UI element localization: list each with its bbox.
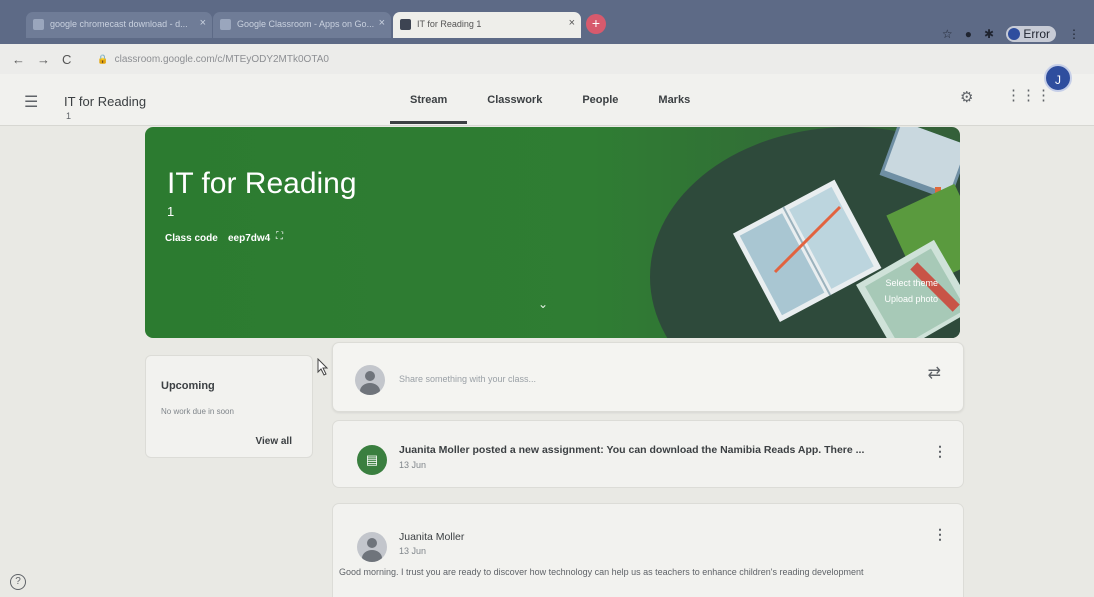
forward-icon[interactable]: →	[37, 52, 50, 67]
close-tab-icon[interactable]: ×	[379, 17, 385, 29]
url-field[interactable]: 🔒 classroom.google.com/c/MTEyODY2MTk0OTA0	[97, 54, 329, 65]
chevron-down-icon[interactable]: ⌄	[538, 297, 548, 311]
upcoming-title: Upcoming	[161, 380, 215, 392]
banner-class-title: IT for Reading	[167, 167, 357, 200]
class-code-value: eep7dw4	[228, 233, 271, 244]
tab-classwork[interactable]: Classwork	[467, 88, 562, 124]
post-author: Juanita Moller	[399, 531, 465, 543]
address-bar-row: ← → C 🔒 classroom.google.com/c/MTEyODY2MT…	[0, 44, 1094, 74]
avatar	[355, 365, 385, 395]
avatar	[357, 532, 387, 562]
post-body: Good morning. I trust you are ready to d…	[339, 567, 864, 577]
browser-tab-title: IT for Reading 1	[417, 19, 482, 29]
help-icon[interactable]: ?	[10, 574, 26, 590]
repost-icon[interactable]: ⇄	[928, 363, 941, 383]
settings-gear-icon[interactable]: ⚙	[960, 88, 973, 106]
star-icon[interactable]: ☆	[942, 27, 953, 41]
close-tab-icon[interactable]: ×	[569, 17, 575, 29]
view-all-link[interactable]: View all	[255, 436, 292, 447]
close-tab-icon[interactable]: ×	[200, 17, 206, 29]
stream-post[interactable]: Juanita Moller 13 Jun ⋮ Good morning. I …	[332, 503, 964, 597]
reload-icon[interactable]: C	[62, 52, 71, 67]
more-options-icon[interactable]: ⋮	[933, 443, 947, 460]
class-name[interactable]: IT for Reading	[64, 94, 146, 109]
new-tab-button[interactable]: +	[586, 14, 606, 34]
select-theme-link[interactable]: Select theme	[885, 278, 938, 288]
assignment-icon: ▤	[357, 445, 387, 475]
class-section: 1	[66, 111, 72, 121]
browser-toolbar-icons: ☆ ● ✱ Error ⋮	[942, 24, 1080, 44]
tab-favicon-icon	[220, 19, 231, 30]
post-title[interactable]: Juanita Moller posted a new assignment: …	[399, 444, 864, 456]
post-date: 13 Jun	[399, 460, 427, 470]
share-box[interactable]: Share something with your class... ⇄	[332, 342, 964, 412]
post-date: 13 Jun	[399, 546, 427, 556]
user-avatar[interactable]: J	[1044, 64, 1072, 92]
upcoming-empty-text: No work due in soon	[161, 407, 234, 416]
tab-stream[interactable]: Stream	[390, 88, 468, 124]
class-banner: IT for Reading 1 Class code eep7dw4 ⛶ ⌄ …	[145, 127, 960, 338]
tab-favicon-icon	[400, 19, 411, 30]
books-illustration	[650, 127, 960, 338]
banner-class-section: 1	[167, 204, 175, 219]
browser-tab[interactable]: google chromecast download - d... ×	[26, 12, 212, 38]
profile-label: Error	[1023, 27, 1050, 41]
extension-icon[interactable]: ●	[965, 27, 972, 41]
mouse-pointer-icon	[317, 358, 329, 376]
url-text: classroom.google.com/c/MTEyODY2MTk0OTA0	[114, 53, 329, 65]
expand-code-icon[interactable]: ⛶	[276, 231, 283, 242]
classroom-header: ☰ IT for Reading 1 Stream Classwork Peop…	[0, 74, 1094, 126]
browser-tab[interactable]: Google Classroom - Apps on Go... ×	[213, 12, 391, 38]
upcoming-card: Upcoming No work due in soon View all	[145, 355, 313, 458]
apps-grid-icon[interactable]: ⋮⋮⋮	[1006, 86, 1051, 104]
class-nav-tabs: Stream Classwork People Marks	[390, 88, 710, 124]
profile-button[interactable]: Error	[1006, 26, 1056, 42]
lock-icon: 🔒	[97, 53, 109, 64]
browser-tab-active[interactable]: IT for Reading 1 ×	[393, 12, 581, 38]
tab-marks[interactable]: Marks	[638, 88, 710, 124]
share-input[interactable]: Share something with your class...	[399, 374, 536, 384]
browser-tab-strip: google chromecast download - d... × Goog…	[0, 0, 1094, 44]
browser-tab-title: Google Classroom - Apps on Go...	[237, 19, 375, 29]
more-options-icon[interactable]: ⋮	[933, 526, 947, 543]
puzzle-icon[interactable]: ✱	[984, 27, 994, 41]
back-icon[interactable]: ←	[12, 52, 25, 67]
hamburger-menu-icon[interactable]: ☰	[24, 92, 38, 112]
browser-tab-title: google chromecast download - d...	[50, 19, 188, 29]
tab-people[interactable]: People	[562, 88, 638, 124]
class-code-label: Class code	[165, 233, 218, 244]
upload-photo-link[interactable]: Upload photo	[884, 294, 938, 304]
browser-menu-icon[interactable]: ⋮	[1068, 27, 1080, 41]
tab-favicon-icon	[33, 19, 44, 30]
stream-post[interactable]: ▤ Juanita Moller posted a new assignment…	[332, 420, 964, 488]
